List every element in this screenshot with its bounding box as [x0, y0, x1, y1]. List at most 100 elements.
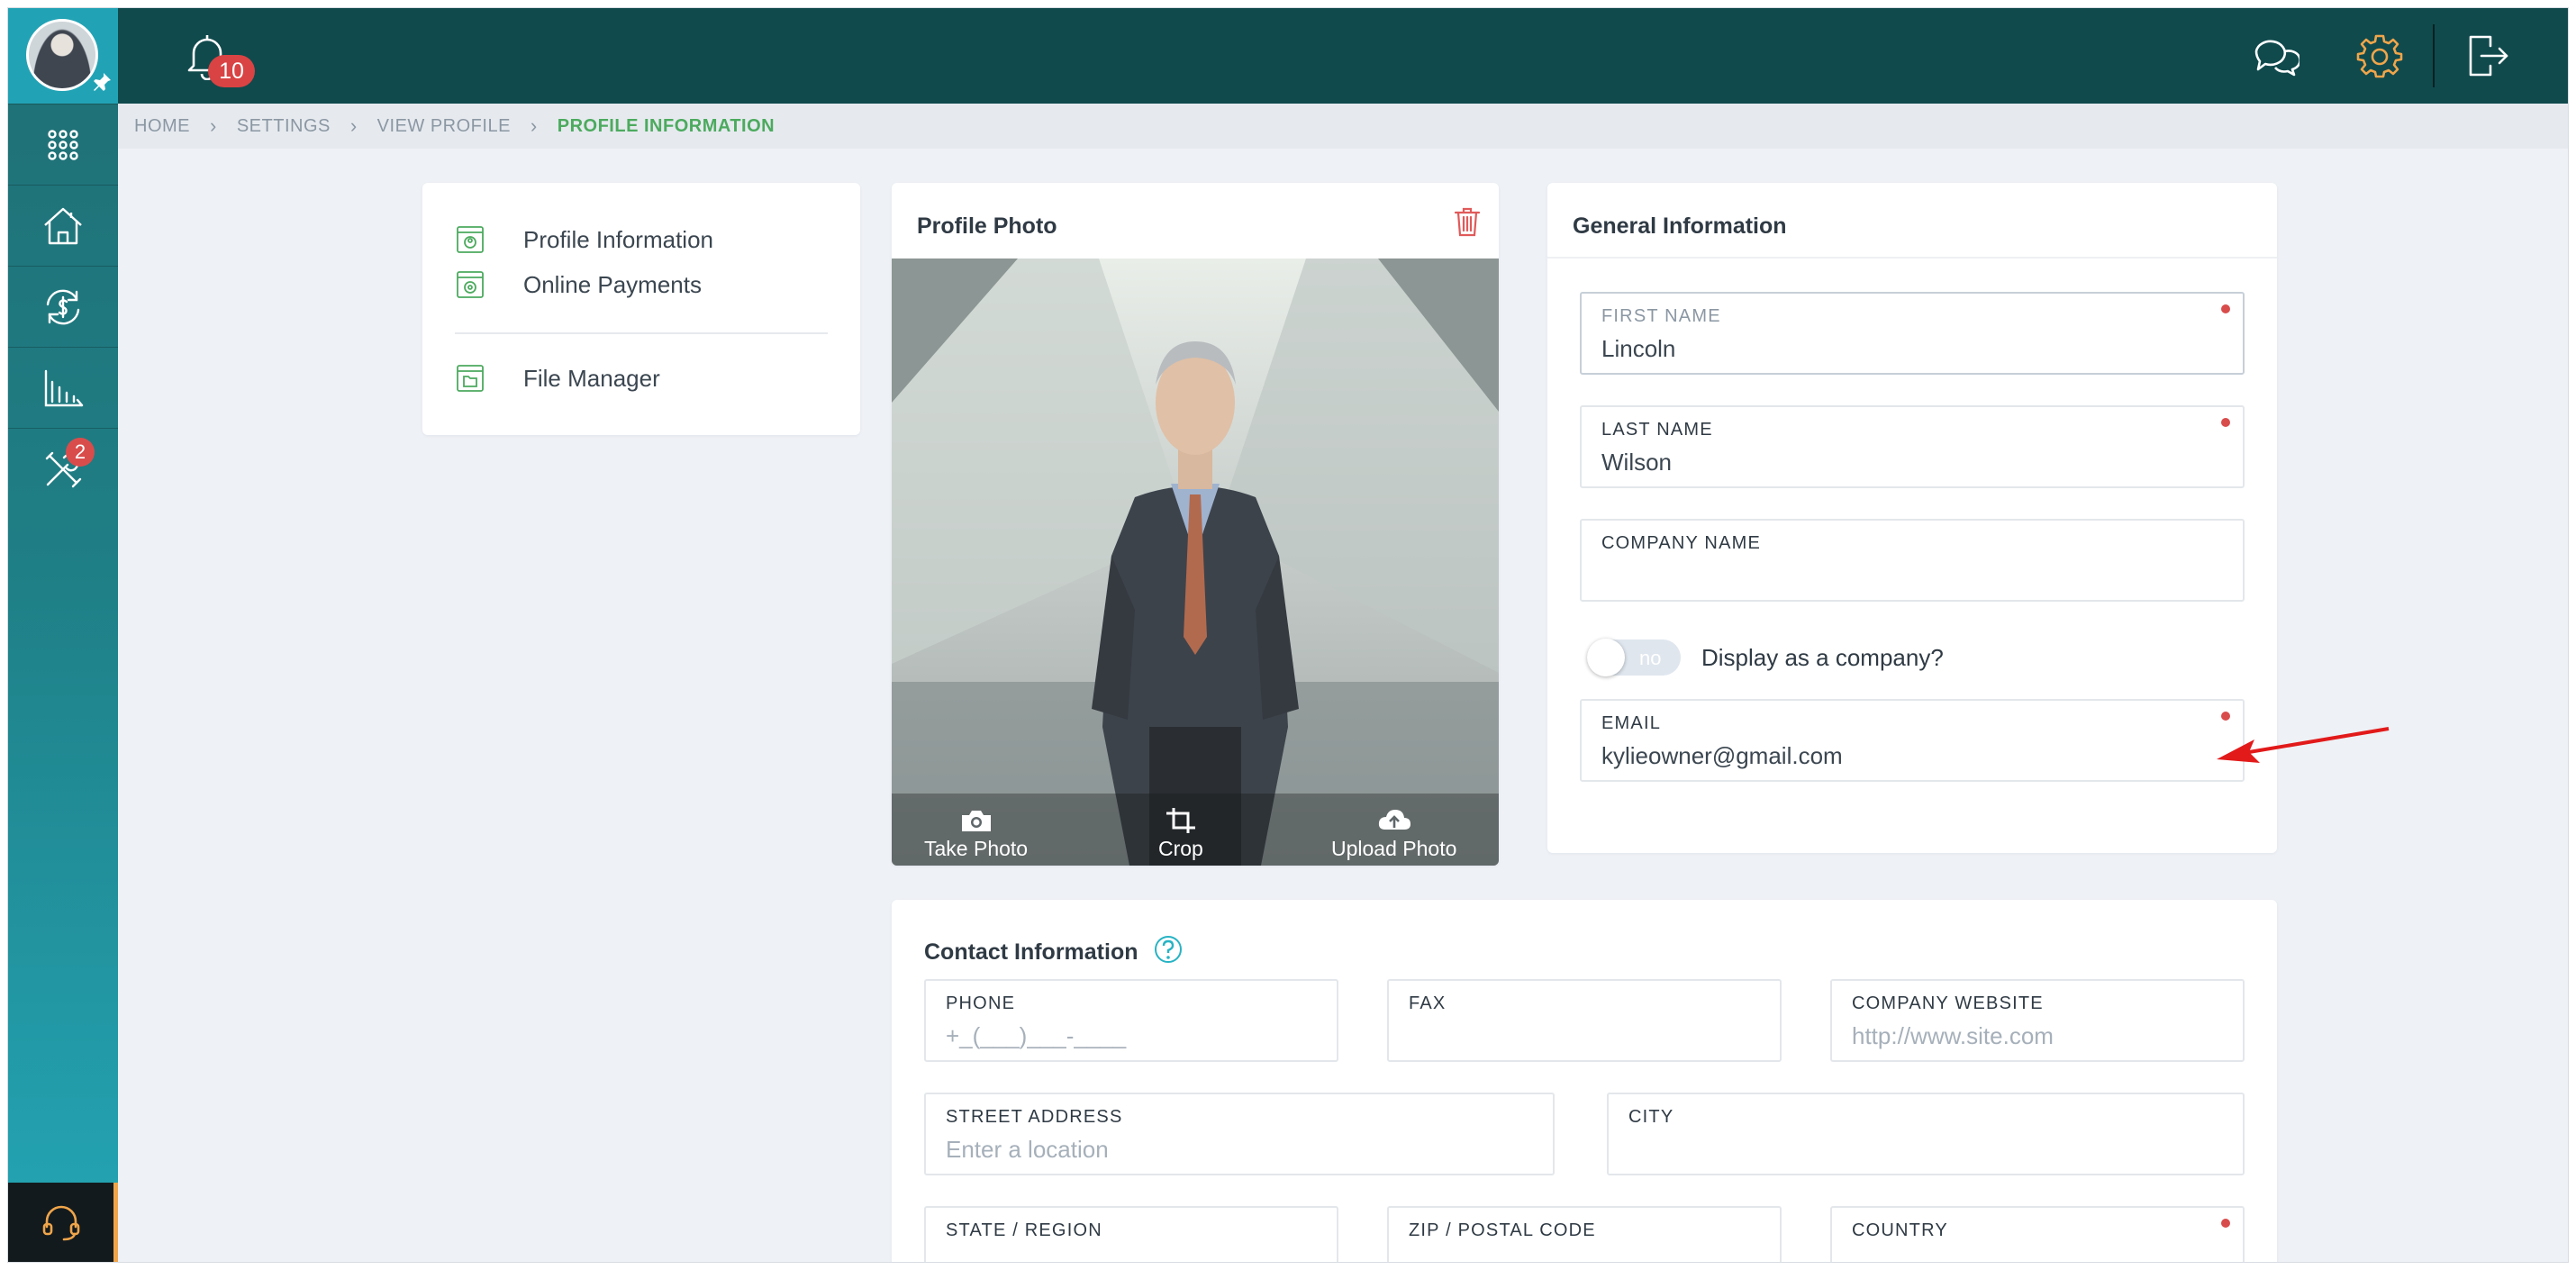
country-label: COUNTRY	[1852, 1220, 1948, 1240]
upload-photo-label: Upload Photo	[1331, 837, 1457, 860]
headset-icon	[42, 1205, 79, 1241]
fax-field[interactable]: FAX	[1387, 979, 1782, 1062]
camera-icon	[961, 811, 991, 831]
take-photo-label: Take Photo	[924, 837, 1029, 860]
required-indicator	[2221, 712, 2230, 721]
fax-label: FAX	[1409, 993, 1447, 1013]
topbar-divider	[2433, 24, 2435, 87]
avatar[interactable]	[26, 19, 98, 91]
company-website-field[interactable]: COMPANY WEBSITE http://www.site.com	[1830, 979, 2245, 1062]
menu-item-label: File Manager	[523, 364, 660, 392]
profile-photo-card: Profile Photo Take Photo Crop Upload Pho…	[892, 183, 1499, 866]
profile-menu-card: Profile Information Online Payments File…	[422, 183, 860, 435]
country-field[interactable]: COUNTRY	[1830, 1206, 2245, 1262]
last-name-field[interactable]: LAST NAME Wilson	[1580, 405, 2245, 488]
contact-card-title: Contact Information	[924, 939, 1138, 965]
email-label: EMAIL	[1601, 713, 1662, 733]
city-field[interactable]: CITY	[1607, 1093, 2245, 1175]
menu-item-label: Online Payments	[523, 270, 702, 298]
chevron-right-icon: ›	[530, 114, 538, 137]
cloud-upload-icon	[1378, 810, 1410, 830]
sidebar-support[interactable]	[8, 1183, 118, 1262]
app-window: 2 10 HOME › SETTINGS › VIEW PROFILE › PR…	[8, 8, 2568, 1262]
trash-icon[interactable]	[1450, 204, 1484, 239]
state-region-field[interactable]: STATE / REGION	[924, 1206, 1338, 1262]
money-cycle-icon	[46, 289, 80, 324]
state-region-label: STATE / REGION	[946, 1220, 1102, 1240]
menu-item-file-manager[interactable]: File Manager	[455, 363, 660, 394]
sidebar-avatar-area	[8, 8, 118, 104]
sidebar-item-tools[interactable]: 2	[8, 428, 118, 509]
pin-icon[interactable]	[91, 71, 113, 93]
company-name-field[interactable]: COMPANY NAME	[1580, 519, 2245, 602]
annotation-arrow-icon	[2217, 727, 2390, 763]
take-photo-button[interactable]: Take Photo	[924, 806, 1028, 861]
display-as-company-label: Display as a company?	[1701, 644, 1944, 671]
sidebar-item-properties[interactable]	[8, 185, 118, 266]
sidebar: 2	[8, 8, 118, 1262]
sidebar-item-reports[interactable]	[8, 347, 118, 428]
logout-icon[interactable]	[2463, 32, 2512, 80]
menu-item-online-payments[interactable]: Online Payments	[455, 269, 702, 300]
city-label: CITY	[1628, 1107, 1674, 1127]
toggle-knob	[1587, 639, 1625, 676]
person-photo-illustration	[892, 259, 1499, 866]
help-icon[interactable]	[1153, 934, 1184, 965]
profile-photo: Take Photo Crop Upload Photo	[892, 259, 1499, 866]
menu-item-label: Profile Information	[523, 225, 713, 253]
email-field[interactable]: EMAIL kylieowner@gmail.com	[1580, 699, 2245, 782]
photo-card-title: Profile Photo	[917, 213, 1057, 239]
general-card-header: General Information	[1547, 183, 2277, 259]
breadcrumb-home[interactable]: HOME	[134, 116, 190, 137]
sidebar-item-apps[interactable]	[8, 104, 118, 185]
company-website-placeholder[interactable]: http://www.site.com	[1852, 1022, 2054, 1050]
bar-chart-icon	[44, 369, 84, 406]
menu-divider	[455, 332, 828, 334]
last-name-value[interactable]: Wilson	[1601, 449, 1672, 476]
toggle-state: no	[1639, 647, 1662, 669]
street-address-label: STREET ADDRESS	[946, 1107, 1123, 1127]
house-icon	[44, 207, 82, 244]
notification-badge: 10	[208, 55, 255, 87]
last-name-label: LAST NAME	[1601, 420, 1713, 440]
crop-label: Crop	[1158, 837, 1203, 860]
breadcrumb-view-profile[interactable]: VIEW PROFILE	[377, 116, 511, 137]
gear-icon[interactable]	[2355, 32, 2404, 80]
chevron-right-icon: ›	[210, 114, 217, 137]
breadcrumb: HOME › SETTINGS › VIEW PROFILE › PROFILE…	[118, 104, 2568, 149]
phone-placeholder[interactable]: +_(___)___-____	[946, 1022, 1126, 1050]
company-name-label: COMPANY NAME	[1601, 533, 1762, 553]
display-as-company-toggle[interactable]: no	[1587, 639, 1681, 676]
required-indicator	[2221, 1219, 2230, 1228]
zip-postal-code-label: ZIP / POSTAL CODE	[1409, 1220, 1596, 1240]
top-bar: 10	[118, 8, 2568, 104]
photo-card-header: Profile Photo	[892, 183, 1499, 259]
first-name-label: FIRST NAME	[1601, 306, 1721, 326]
required-indicator	[2221, 304, 2230, 313]
street-address-placeholder[interactable]: Enter a location	[946, 1136, 1109, 1164]
payments-window-icon	[457, 271, 484, 298]
photo-action-bar: Take Photo Crop Upload Photo	[892, 794, 1499, 866]
chevron-right-icon: ›	[349, 114, 358, 137]
crop-icon	[1166, 808, 1195, 833]
breadcrumb-settings[interactable]: SETTINGS	[237, 116, 331, 137]
required-indicator	[2221, 418, 2230, 427]
general-card-title: General Information	[1573, 213, 1787, 239]
first-name-value[interactable]: Lincoln	[1601, 335, 1675, 363]
phone-label: PHONE	[946, 993, 1016, 1013]
email-value[interactable]: kylieowner@gmail.com	[1601, 742, 1843, 770]
upload-photo-button[interactable]: Upload Photo	[1331, 806, 1456, 861]
breadcrumb-current: PROFILE INFORMATION	[557, 115, 776, 136]
menu-item-profile-information[interactable]: Profile Information	[455, 224, 713, 255]
company-website-label: COMPANY WEBSITE	[1852, 993, 2044, 1013]
first-name-field[interactable]: FIRST NAME Lincoln	[1580, 292, 2245, 375]
crop-button[interactable]: Crop	[1158, 806, 1203, 861]
street-address-field[interactable]: STREET ADDRESS Enter a location	[924, 1093, 1555, 1175]
chat-icon[interactable]	[2251, 32, 2299, 80]
phone-field[interactable]: PHONE +_(___)___-____	[924, 979, 1338, 1062]
profile-window-icon	[457, 226, 484, 253]
zip-postal-code-field[interactable]: ZIP / POSTAL CODE	[1387, 1206, 1782, 1262]
sidebar-item-payments[interactable]	[8, 266, 118, 347]
folder-window-icon	[457, 365, 484, 392]
tools-badge: 2	[66, 438, 95, 467]
